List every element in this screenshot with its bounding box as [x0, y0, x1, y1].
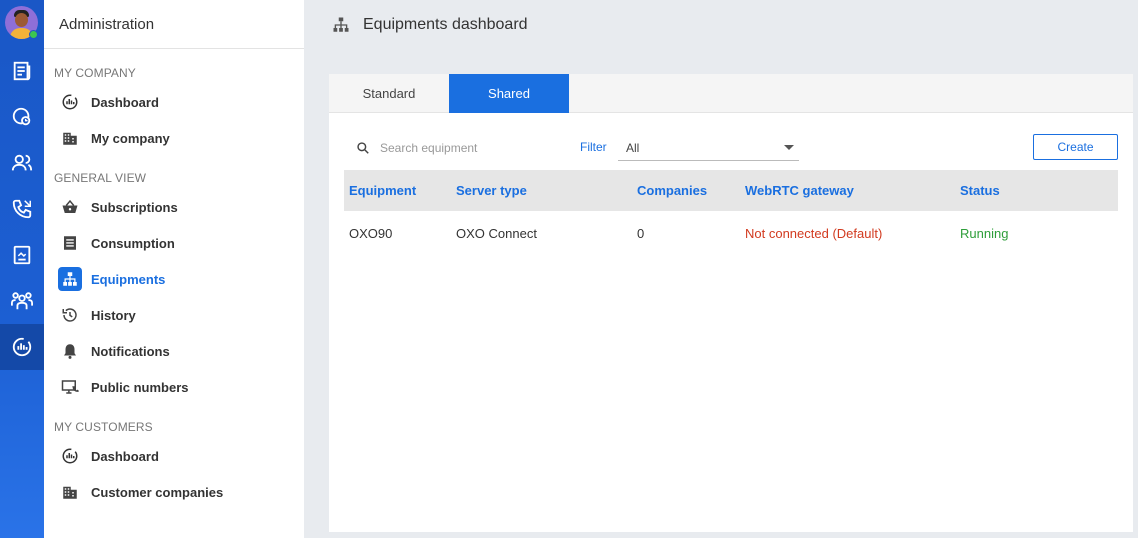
create-button[interactable]: Create: [1033, 134, 1118, 160]
group-icon: [11, 292, 33, 310]
rail-calls-history[interactable]: [0, 94, 44, 140]
rail-contacts[interactable]: [0, 140, 44, 186]
table-row[interactable]: OXO90 OXO Connect 0 Not connected (Defau…: [344, 211, 1118, 255]
column-header-companies[interactable]: Companies: [637, 170, 707, 211]
column-header-server-type[interactable]: Server type: [456, 170, 527, 211]
bell-icon: [58, 339, 82, 363]
page-title: Equipments dashboard: [363, 15, 528, 33]
sidebar-item-customer-companies[interactable]: Customer companies: [58, 477, 298, 507]
column-header-status[interactable]: Status: [960, 170, 1000, 211]
section-my-company: MY COMPANY: [54, 66, 136, 80]
tab-shared[interactable]: Shared: [449, 74, 569, 113]
sidebar-item-label: Dashboard: [91, 94, 159, 110]
search-input[interactable]: [380, 141, 550, 155]
building-icon: [58, 480, 82, 504]
cell-companies: 0: [637, 225, 645, 241]
dashboard-gauge-icon: [58, 90, 82, 114]
cell-equipment: OXO90: [349, 225, 393, 241]
filter-value: All: [626, 140, 640, 155]
sidebar-item-label: Public numbers: [91, 379, 189, 395]
cell-server-type: OXO Connect: [456, 225, 537, 241]
filter-label: Filter: [580, 140, 607, 154]
sidebar-item-history[interactable]: History: [58, 300, 298, 330]
dashboard-gauge-icon: [12, 337, 32, 357]
network-icon: [333, 17, 349, 32]
sidebar-title: Administration: [44, 0, 304, 49]
avatar-face: [15, 13, 28, 27]
sidebar-item-label: Notifications: [91, 343, 170, 359]
monitor-phone-icon: [58, 375, 82, 399]
filter-select[interactable]: All: [618, 135, 799, 161]
rail-documents[interactable]: [0, 232, 44, 278]
history-icon: [58, 303, 82, 327]
sidebar-item-label: Subscriptions: [91, 199, 178, 215]
sidebar-item-label: My company: [91, 130, 170, 146]
rail-news[interactable]: [0, 48, 44, 94]
sidebar-item-label: Equipments: [91, 271, 166, 287]
document-icon: [13, 245, 31, 265]
section-general-view: GENERAL VIEW: [54, 171, 147, 185]
sidebar-item-subscriptions[interactable]: Subscriptions: [58, 192, 298, 222]
users-icon: [11, 154, 33, 171]
rail-groups[interactable]: [0, 278, 44, 324]
phone-icon: [12, 199, 32, 219]
search-icon: [357, 142, 369, 154]
sidebar-item-label: Customer companies: [91, 484, 224, 500]
search-box: [356, 138, 566, 158]
sidebar-item-label: History: [91, 307, 136, 323]
sidebar: Administration MY COMPANY Dashboard My c…: [44, 0, 304, 538]
cell-webrtc-gateway: Not connected (Default): [745, 225, 883, 241]
sidebar-item-customers-dashboard[interactable]: Dashboard: [58, 441, 298, 471]
sidebar-item-public-numbers[interactable]: Public numbers: [58, 372, 298, 402]
tab-standard[interactable]: Standard: [329, 74, 449, 113]
dashboard-gauge-icon: [58, 444, 82, 468]
building-icon: [58, 126, 82, 150]
cell-status: Running: [960, 225, 1009, 241]
app-rail: [0, 0, 44, 538]
presence-status-icon: [29, 30, 38, 39]
sidebar-item-notifications[interactable]: Notifications: [58, 336, 298, 366]
rail-administration[interactable]: [0, 324, 44, 370]
tab-bar: Standard Shared: [329, 74, 1133, 113]
sidebar-item-consumption[interactable]: Consumption: [58, 228, 298, 258]
clock-dial-icon: [12, 107, 31, 126]
column-header-equipment[interactable]: Equipment: [349, 170, 416, 211]
rail-phone[interactable]: [0, 186, 44, 232]
sidebar-item-label: Dashboard: [91, 448, 159, 464]
page-header: Equipments dashboard: [304, 0, 1138, 49]
basket-icon: [58, 195, 82, 219]
sidebar-item-equipments[interactable]: Equipments: [58, 264, 298, 294]
equipments-table: Equipment Server type Companies WebRTC g…: [344, 170, 1118, 255]
sidebar-item-dashboard[interactable]: Dashboard: [58, 87, 298, 117]
sidebar-item-my-company[interactable]: My company: [58, 123, 298, 153]
equipments-card: Standard Shared Filter All Create Equipm…: [329, 74, 1133, 532]
section-my-customers: MY CUSTOMERS: [54, 420, 153, 434]
table-header: Equipment Server type Companies WebRTC g…: [344, 170, 1118, 211]
network-icon: [58, 267, 82, 291]
sidebar-item-label: Consumption: [91, 235, 175, 251]
news-icon: [13, 61, 31, 81]
column-header-webrtc-gateway[interactable]: WebRTC gateway: [745, 170, 854, 211]
list-icon: [58, 231, 82, 255]
chevron-down-icon: [784, 145, 794, 150]
